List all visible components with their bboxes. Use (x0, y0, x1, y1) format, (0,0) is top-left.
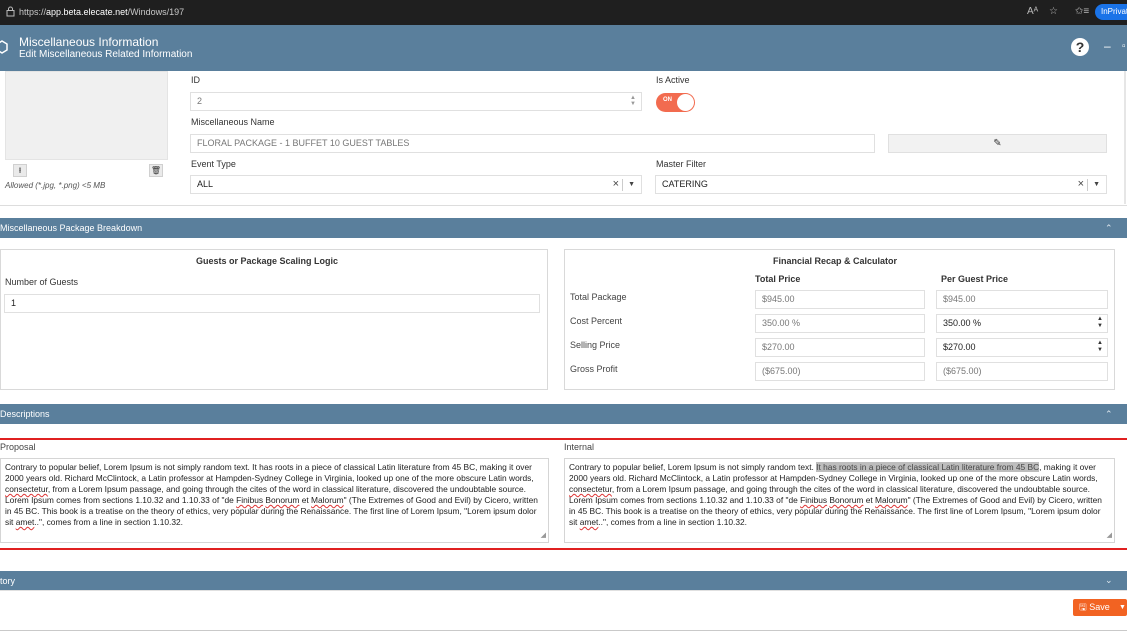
cost-percent-value: 350.00 % (943, 318, 982, 328)
cost-percent-label: Cost Percent (570, 316, 623, 326)
proposal-textarea[interactable]: Contrary to popular belief, Lorem Ipsum … (0, 458, 549, 543)
is-active-label: Is Active (656, 75, 690, 85)
total-price-header: Total Price (755, 274, 801, 284)
internal-textarea[interactable]: Contrary to popular belief, Lorem Ipsum … (564, 458, 1115, 543)
cost-percent-total: 350.00 % (755, 314, 925, 333)
history-section-header[interactable]: tory ⌄ (0, 571, 1127, 591)
internal-label: Internal (564, 442, 595, 452)
trash-icon[interactable]: 🗑 (149, 164, 163, 177)
stepper-icon[interactable]: ▲ ▼ (1097, 316, 1103, 330)
upload-note: Allowed (*.jpg, *.png) <5 MB (5, 181, 106, 190)
stepper-icon[interactable]: ▲ ▼ (630, 95, 636, 107)
url-field[interactable]: https://app.beta.elecate.net/Windows/197 (19, 7, 184, 17)
id-field[interactable]: 2 ▲ ▼ (190, 92, 642, 111)
favorites-list-icon[interactable]: ✩≡ (1075, 6, 1089, 17)
event-type-label: Event Type (191, 159, 236, 169)
pencil-icon[interactable]: ✎ (888, 134, 1107, 153)
clear-icon[interactable]: × (1078, 176, 1084, 193)
footer (0, 590, 1127, 630)
caret-down-icon[interactable]: ▼ (1119, 599, 1126, 616)
minimize-icon[interactable]: – (1104, 39, 1111, 53)
favorite-star-icon[interactable]: ☆ (1049, 6, 1058, 17)
gross-profit-per-guest: ($675.00) (936, 362, 1108, 381)
master-filter-label: Master Filter (656, 159, 707, 169)
name-field[interactable]: FLORAL PACKAGE - 1 BUFFET 10 GUEST TABLE… (190, 134, 875, 153)
page-subtitle: Edit Miscellaneous Related Information (19, 49, 193, 60)
guests-field[interactable]: 1 (4, 294, 540, 313)
divider (0, 630, 1127, 631)
chevron-up-icon[interactable]: ⌃ (1105, 218, 1113, 238)
upload-icon[interactable]: ⭱ (13, 164, 27, 177)
browser-address-bar: https://app.beta.elecate.net/Windows/197… (0, 0, 1127, 25)
guests-label: Number of Guests (5, 277, 79, 287)
descriptions-section-header[interactable]: Descriptions ⌃ (0, 404, 1127, 424)
read-aloud-icon[interactable]: A͏ᴬ (1027, 6, 1038, 17)
total-package-total: $945.00 (755, 290, 925, 309)
clear-icon[interactable]: × (613, 176, 619, 193)
toggle-knob (677, 94, 694, 111)
resize-grip-icon[interactable]: ◢ (541, 530, 546, 541)
selling-price-label: Selling Price (570, 340, 621, 350)
cost-percent-per-guest[interactable]: 350.00 % ▲ ▼ (936, 314, 1108, 333)
proposal-label: Proposal (0, 442, 36, 452)
select-divider (1087, 179, 1088, 191)
gross-profit-total: ($675.00) (755, 362, 925, 381)
inprivate-badge[interactable]: InPrivat (1095, 4, 1127, 20)
toggle-state-label: ON (663, 97, 672, 103)
chevron-up-icon[interactable]: ⌃ (1105, 404, 1113, 424)
save-label: Save (1089, 602, 1110, 612)
help-icon[interactable]: ? (1071, 38, 1089, 56)
scaling-title: Guests or Package Scaling Logic (196, 256, 339, 266)
total-package-per-guest: $945.00 (936, 290, 1108, 309)
selling-price-value: $270.00 (943, 342, 976, 352)
save-disk-icon: 🖫 (1079, 602, 1087, 612)
master-filter-select[interactable]: CATERING × ▼ (655, 175, 1107, 194)
page-title: Miscellaneous Information (19, 35, 159, 49)
section-title: tory (0, 576, 16, 586)
save-button[interactable]: 🖫 Save ▼ (1073, 599, 1127, 616)
lock-icon (6, 6, 15, 17)
selling-price-total: $270.00 (755, 338, 925, 357)
chevron-down-icon[interactable]: ⌄ (1105, 570, 1113, 590)
is-active-toggle[interactable]: ON (656, 93, 695, 112)
app-header: Miscellaneous Information Edit Miscellan… (0, 25, 1127, 71)
section-title: Miscellaneous Package Breakdown (0, 223, 143, 233)
breakdown-section-header[interactable]: Miscellaneous Package Breakdown ⌃ (0, 218, 1127, 238)
per-guest-header: Per Guest Price (941, 274, 1009, 284)
stepper-icon[interactable]: ▲ ▼ (1097, 340, 1103, 354)
chevron-down-icon[interactable]: ▼ (1093, 176, 1100, 193)
master-filter-value: CATERING (662, 179, 708, 189)
financial-title: Financial Recap & Calculator (773, 256, 898, 266)
event-type-select[interactable]: ALL × ▼ (190, 175, 642, 194)
id-label: ID (191, 75, 200, 85)
select-divider (622, 179, 623, 191)
chevron-down-icon[interactable]: ▼ (628, 176, 635, 193)
id-value: 2 (197, 96, 203, 106)
card-border (1124, 71, 1126, 204)
maximize-icon[interactable]: ▫ (1122, 41, 1126, 52)
section-title: Descriptions (0, 409, 50, 419)
resize-grip-icon[interactable]: ◢ (1107, 530, 1112, 541)
app-logo-icon (0, 40, 8, 54)
image-preview[interactable] (5, 71, 168, 160)
selling-price-per-guest[interactable]: $270.00 ▲ ▼ (936, 338, 1108, 357)
event-type-value: ALL (197, 179, 214, 189)
gross-profit-label: Gross Profit (570, 364, 618, 374)
scaling-panel (0, 249, 548, 390)
total-package-label: Total Package (570, 292, 627, 302)
name-label: Miscellaneous Name (191, 117, 275, 127)
